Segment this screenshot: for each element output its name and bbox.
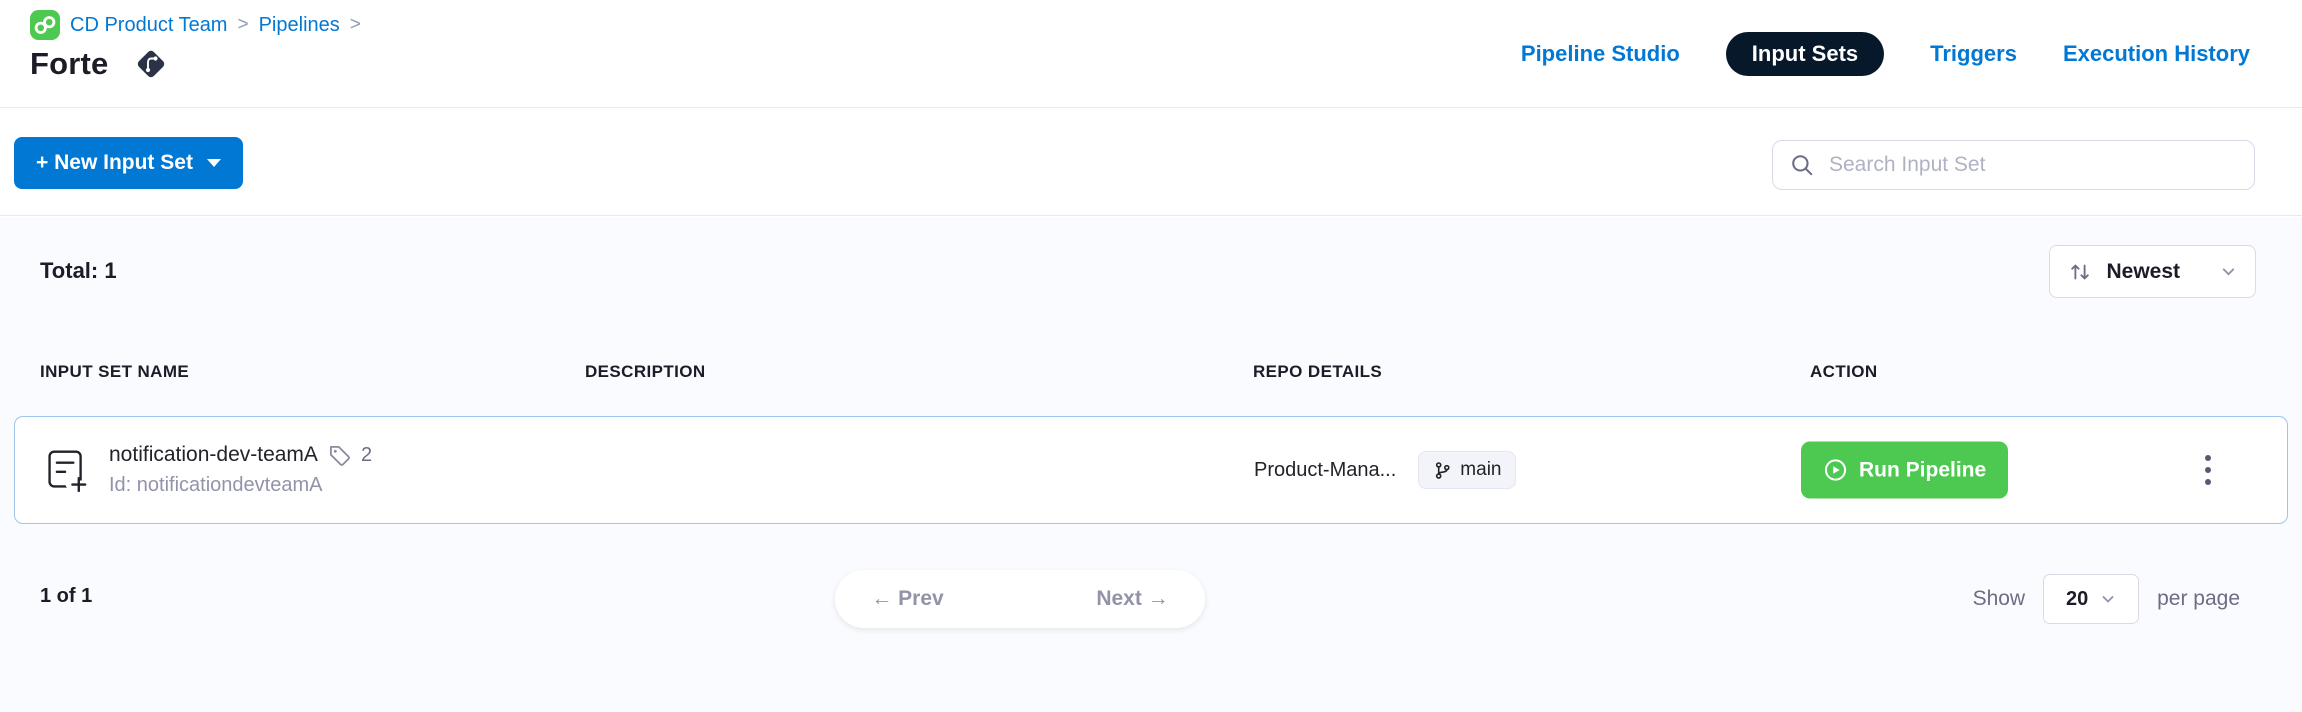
git-branch-icon	[1433, 461, 1452, 480]
name-stack: notification-dev-teamA 2 Id: notificatio…	[109, 443, 372, 497]
branch-name: main	[1460, 459, 1501, 481]
row-menu-kebab-icon[interactable]	[2193, 448, 2223, 492]
repo-details-cell: Product-Mana... main	[1254, 417, 1516, 523]
total-count: Total: 1	[40, 258, 117, 284]
tab-execution-history[interactable]: Execution History	[2063, 41, 2250, 67]
page-size-control: Show 20 per page	[1973, 570, 2240, 628]
page-size-value: 20	[2066, 588, 2088, 611]
column-header-action: ACTION	[1810, 362, 1878, 382]
new-input-set-label: + New Input Set	[36, 151, 193, 175]
breadcrumb-separator: >	[350, 14, 361, 36]
input-set-row[interactable]: notification-dev-teamA 2 Id: notificatio…	[14, 416, 2288, 524]
current-page-button[interactable]: 1	[980, 570, 1060, 628]
chevron-down-icon	[207, 159, 221, 167]
prev-page-button[interactable]: ← Prev	[835, 570, 980, 628]
page-header: CD Product Team > Pipelines > Forte Pipe…	[0, 0, 2302, 108]
search-box	[1772, 140, 2255, 190]
tag-icon	[328, 444, 351, 467]
toolbar: + New Input Set	[0, 109, 2302, 216]
input-set-icon	[45, 447, 87, 493]
tab-input-sets[interactable]: Input Sets	[1726, 32, 1884, 76]
pipeline-tabs: Pipeline Studio Input Sets Triggers Exec…	[1521, 32, 2250, 76]
title-row: Forte	[30, 46, 169, 82]
run-pipeline-button[interactable]: Run Pipeline	[1801, 442, 2008, 499]
column-header-description: DESCRIPTION	[585, 362, 706, 382]
branch-badge: main	[1418, 451, 1516, 489]
git-sync-icon	[133, 46, 169, 82]
sort-dropdown[interactable]: Newest	[2049, 245, 2256, 298]
breadcrumb-pipelines-link[interactable]: Pipelines	[259, 14, 340, 37]
search-input[interactable]	[1827, 152, 2238, 178]
input-set-id: Id: notificationdevteamA	[109, 474, 372, 497]
new-input-set-button[interactable]: + New Input Set	[14, 137, 243, 189]
input-sets-page: CD Product Team > Pipelines > Forte Pipe…	[0, 0, 2302, 712]
input-set-list-area: Total: 1 Newest INPUT SET NAME DESCRIPTI…	[0, 217, 2302, 712]
cd-module-icon	[30, 10, 60, 40]
play-circle-icon	[1823, 458, 1848, 483]
per-page-label: per page	[2157, 587, 2240, 611]
show-label: Show	[1973, 587, 2026, 611]
page-title: Forte	[30, 46, 109, 82]
breadcrumb-separator: >	[237, 14, 248, 36]
repo-name: Product-Mana...	[1254, 459, 1396, 482]
tab-triggers[interactable]: Triggers	[1930, 41, 2017, 67]
column-header-input-set-name: INPUT SET NAME	[40, 362, 189, 382]
input-set-name: notification-dev-teamA	[109, 443, 318, 467]
sort-arrows-icon	[2068, 260, 2092, 284]
page-summary: 1 of 1	[40, 585, 92, 608]
chevron-down-icon	[2100, 591, 2116, 607]
column-header-repo-details: REPO DETAILS	[1253, 362, 1382, 382]
tag-count: 2	[361, 444, 372, 467]
chevron-down-icon	[2220, 263, 2237, 280]
page-size-select[interactable]: 20	[2043, 574, 2139, 624]
tab-pipeline-studio[interactable]: Pipeline Studio	[1521, 41, 1680, 67]
sort-value: Newest	[2106, 260, 2180, 284]
search-icon	[1789, 152, 1815, 178]
breadcrumb-project-link[interactable]: CD Product Team	[70, 14, 227, 37]
breadcrumb: CD Product Team > Pipelines >	[30, 10, 361, 40]
input-set-name-cell: notification-dev-teamA 2 Id: notificatio…	[45, 417, 372, 523]
run-pipeline-label: Run Pipeline	[1859, 458, 1986, 482]
next-page-button[interactable]: Next →	[1060, 570, 1205, 628]
pager: ← Prev 1 Next →	[835, 570, 1205, 628]
